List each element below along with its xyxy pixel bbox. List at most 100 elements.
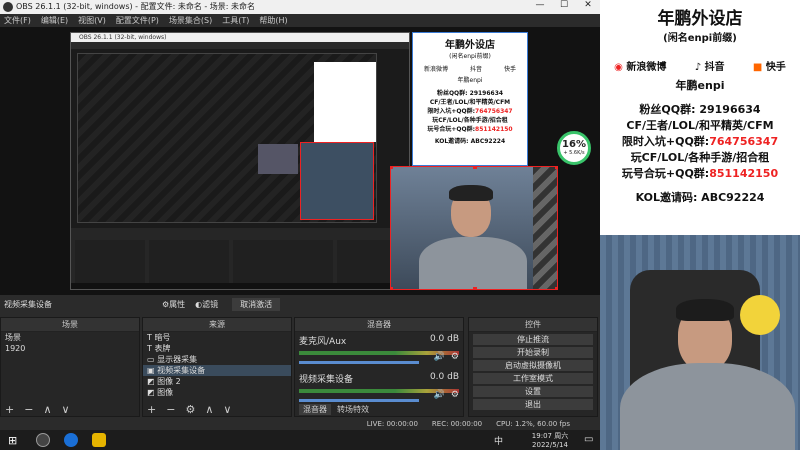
source-item[interactable]: ▭ 显示器采集 [143,354,291,365]
mixer-tabs: 混音器 转场特效 [295,402,463,416]
remove-icon[interactable]: − [24,403,33,416]
menu-profile[interactable]: 配置文件(P) [116,14,159,27]
menu-help[interactable]: 帮助(H) [259,14,287,27]
preview-games2: 玩CF/LOL/各种手游/招合租 [432,117,508,124]
gear-icon[interactable]: ⚙ [185,403,195,416]
preview-qq: 粉丝QQ群: 29196634 [436,90,504,97]
preview-card-subtitle: (闲名enpi前缀) [449,53,491,60]
gear-icon[interactable]: ⚙ [451,352,459,362]
track-db: 0.0 dB [429,372,459,382]
overlay-info-card: 年鹏外设店 (闲名enpi前缀) ◉ 新浪微博 ♪ 抖音 ■ 快手 年鹏enpi… [600,0,800,235]
sources-dock: 来源 T 暗号 T 表牌 ▭ 显示器采集 ▣ 视频采集设备 ◩ 图像 2 ◩ 图… [142,317,292,417]
preview-group2-label: 玩号合玩+QQ群: [427,126,476,133]
menu-scene-collection[interactable]: 场景集合(S) [169,14,212,27]
overlay-games: CF/王者/LOL/和平精英/CFM [626,119,774,132]
preview-info-card[interactable]: 年鹏外设店 (闲名enpi前缀) 新浪微博 抖音 快手 年鹏enpi 粉丝QQ群… [412,32,528,166]
down-icon[interactable]: ∨ [62,403,70,416]
app-taskbar-icon[interactable] [92,433,106,447]
clock[interactable]: 19:07 周六 2022/5/14 [520,431,580,449]
tab-mixer[interactable]: 混音器 [299,403,331,415]
network-speed-badge: 16% + 5.6K/s [557,131,591,165]
badge-percent: 16% [562,139,586,150]
source-item[interactable]: T 表牌 [143,343,291,354]
clock-time: 19:07 周六 [531,432,569,440]
start-recording-button[interactable]: 开始录制 [473,347,593,358]
overlay-group2-value: 851142150 [709,167,779,180]
overlay-group-value: 764756347 [709,135,779,148]
overlay-subtitle: (闲名enpi前缀) [663,33,737,44]
cpu-status: CPU: 1.2%, 60.00 fps [496,420,570,428]
nested-docks [71,228,409,289]
douyin-icon: ♪ [694,62,702,73]
menu-bar: 文件(F) 编辑(E) 视图(V) 配置文件(P) 场景集合(S) 工具(T) … [0,14,600,27]
preview-card-title: 年鹏外设店 [445,40,495,51]
display-capture-source[interactable]: OBS 26.1.1 (32-bit, windows) [70,32,410,290]
preview-handle: 年鹏enpi [457,77,483,84]
speaker-icon[interactable]: 🔊 [434,390,445,400]
douyin-label: ♪ 抖音 [694,62,725,73]
add-icon[interactable]: + [147,403,156,416]
mixer-track: 麦克风/Aux 0.0 dB 🔊 ⚙ [295,332,463,370]
scenes-toolbar: + − ∧ ∨ [1,402,139,416]
deactivate-button[interactable]: 取消激活 [232,297,281,311]
gear-icon[interactable]: ⚙ [451,390,459,400]
controls-dock: 控件 停止推流 开始录制 启动虚拟摄像机 工作室模式 设置 退出 [468,317,598,417]
tab-transitions[interactable]: 转场特效 [333,404,373,415]
up-icon[interactable]: ∧ [205,403,213,416]
up-icon[interactable]: ∧ [43,403,51,416]
person-hair [676,299,734,321]
menu-edit[interactable]: 编辑(E) [41,14,68,27]
stop-streaming-button[interactable]: 停止推流 [473,334,593,345]
speaker-icon[interactable]: 🔊 [434,352,445,362]
docks-area: 视频采集设备 ⚙属性 ◐滤镜 取消激活 场景 场景 1920 + − ∧ ∨ 来源 T… [0,295,600,430]
close-button[interactable]: ✕ [576,0,600,14]
webcam-source-selection[interactable] [390,166,558,290]
volume-slider[interactable] [299,361,419,364]
virtual-camera-button[interactable]: 启动虚拟摄像机 [473,360,593,371]
overlay-group-label: 限时入坑+QQ群: [621,135,710,148]
mixer-dock: 混音器 麦克风/Aux 0.0 dB 🔊 ⚙ 视频采集设备 0.0 dB 🔊 ⚙… [294,317,464,417]
overlay-kol: KOL邀请码: ABC92224 [635,191,765,204]
live-status: LIVE: 00:00:00 [366,420,418,428]
scene-item[interactable]: 1920 [1,343,139,354]
menu-view[interactable]: 视图(V) [78,14,106,27]
source-item-selected[interactable]: ▣ 视频采集设备 [143,365,291,376]
windows-start-icon[interactable]: ⊞ [8,434,17,447]
obs-taskbar-icon[interactable] [36,433,50,447]
down-icon[interactable]: ∨ [223,403,231,416]
minimize-button[interactable]: — [528,0,552,14]
person-hair [449,185,493,201]
filters-button[interactable]: ◐滤镜 [195,299,218,310]
add-icon[interactable]: + [5,403,14,416]
source-toolbar: 视频采集设备 ⚙属性 ◐滤镜 取消激活 [0,295,600,313]
preview-kol: KOL邀请码: ABC92224 [434,138,506,145]
nested-webcam [258,144,298,174]
menu-file[interactable]: 文件(F) [4,14,31,27]
mixer-title: 混音器 [295,318,463,332]
remove-icon[interactable]: − [166,403,175,416]
settings-button[interactable]: 设置 [473,386,593,397]
exit-button[interactable]: 退出 [473,399,593,410]
maximize-button[interactable]: ☐ [552,0,576,14]
rec-status: REC: 00:00:00 [431,420,483,428]
image-icon: ◩ [147,377,158,386]
sources-toolbar: + − ⚙ ∧ ∨ [143,402,291,416]
chair-back [533,167,557,289]
menu-tools[interactable]: 工具(T) [222,14,249,27]
studio-mode-button[interactable]: 工作室模式 [473,373,593,384]
source-item[interactable]: ◩ 图像 2 [143,376,291,387]
source-item[interactable]: T 暗号 [143,332,291,343]
obs-logo-icon [3,2,13,12]
preview-group2-value: 851142150 [475,126,513,133]
controls-title: 控件 [469,318,597,332]
notification-icon[interactable]: ▭ [584,434,593,445]
scene-item[interactable]: 场景 [1,332,139,343]
nested-menubar [71,42,409,49]
browser-taskbar-icon[interactable] [64,433,78,447]
properties-button[interactable]: ⚙属性 [162,299,185,310]
nested-preview [77,53,377,223]
source-item[interactable]: ◩ 图像 [143,387,291,398]
ime-indicator[interactable]: 中 [494,434,503,447]
nested-titlebar: OBS 26.1.1 (32-bit, windows) [71,33,409,42]
preview-group-value: 764756347 [475,108,513,115]
